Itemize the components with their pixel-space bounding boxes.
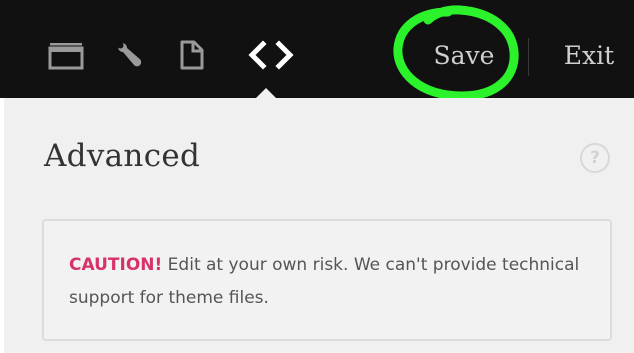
caution-label: CAUTION! [69, 255, 163, 275]
layout-tool-button[interactable] [46, 33, 86, 77]
theme-editor: Save Exit Advanced ? CAUTION! Edit at yo… [0, 0, 634, 353]
panel-edge [0, 98, 4, 353]
panel-title: Advanced [44, 138, 201, 174]
code-tool-button[interactable] [243, 33, 299, 77]
help-icon[interactable]: ? [580, 143, 610, 173]
wrench-icon [113, 38, 147, 72]
active-tab-indicator [256, 88, 276, 98]
editor-toolbar: Save Exit [0, 0, 634, 101]
toolbar-divider [528, 38, 529, 76]
page-icon [179, 39, 205, 71]
layout-icon [47, 39, 85, 71]
settings-tool-button[interactable] [112, 33, 148, 77]
pages-tool-button[interactable] [176, 33, 208, 77]
caution-text: CAUTION! Edit at your own risk. We can't… [69, 249, 586, 315]
save-button[interactable]: Save [424, 33, 504, 77]
help-symbol: ? [590, 148, 600, 168]
code-icon [247, 39, 295, 71]
exit-button[interactable]: Exit [556, 33, 622, 77]
caution-notice: CAUTION! Edit at your own risk. We can't… [42, 219, 612, 341]
